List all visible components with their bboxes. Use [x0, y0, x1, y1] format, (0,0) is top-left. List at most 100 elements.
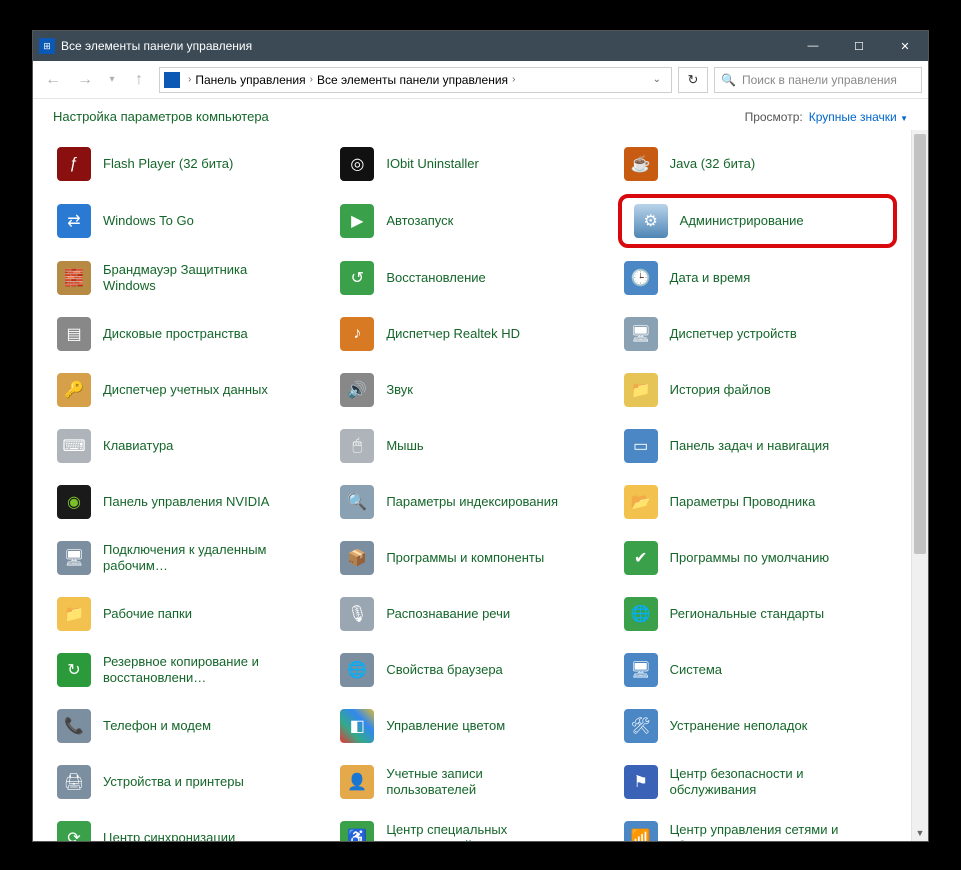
sync-icon: ⟳ — [57, 821, 91, 841]
cp-item[interactable]: 🖥Подключения к удаленным рабочим… — [57, 538, 340, 578]
cp-item[interactable]: ✔Программы по умолчанию — [624, 538, 907, 578]
cp-item[interactable]: 📁История файлов — [624, 370, 907, 410]
scroll-down-button[interactable]: ▼ — [912, 824, 928, 841]
cp-item[interactable]: ƒFlash Player (32 бита) — [57, 144, 340, 184]
cp-item[interactable]: 🛠Устранение неполадок — [624, 706, 907, 746]
mouse-icon: 🖱 — [340, 429, 374, 463]
cp-item-label: Дисковые пространства — [103, 326, 248, 342]
cp-item[interactable]: 🌐Свойства браузера — [340, 650, 623, 690]
minimize-button[interactable]: — — [790, 31, 836, 61]
inetopt-icon: 🌐 — [340, 653, 374, 687]
cp-item-label: Диспетчер учетных данных — [103, 382, 268, 398]
cp-item[interactable]: 🧱 Брандмауэр Защитника Windows — [57, 258, 340, 298]
folders-icon: 📁 — [57, 597, 91, 631]
cp-item-label: Администрирование — [680, 213, 804, 229]
breadcrumb-seg2[interactable]: Все элементы панели управления — [317, 73, 508, 87]
taskbar-icon: ▭ — [624, 429, 658, 463]
breadcrumb-seg1[interactable]: Панель управления — [195, 73, 305, 87]
printers-icon: 🖨 — [57, 765, 91, 799]
breadcrumb[interactable]: › Панель управления › Все элементы панел… — [159, 67, 672, 93]
cp-item[interactable]: 🌐Региональные стандарты — [624, 594, 907, 634]
cp-item-label: Центр специальных возможностей — [386, 822, 566, 841]
cp-item[interactable]: ⚑Центр безопасности и обслуживания — [624, 762, 907, 802]
cp-item[interactable]: 🖥Система — [624, 650, 907, 690]
cp-item[interactable]: 🕒Дата и время — [624, 258, 907, 298]
subheader: Настройка параметров компьютера Просмотр… — [33, 99, 928, 130]
cp-item-label: История файлов — [670, 382, 771, 398]
scroll-thumb[interactable] — [914, 134, 926, 554]
cp-item-label: Брандмауэр Защитника Windows — [103, 262, 283, 293]
win2go-icon: ⇄ — [57, 204, 91, 238]
maximize-button[interactable]: ☐ — [836, 31, 882, 61]
cp-item[interactable]: ◧Управление цветом — [340, 706, 623, 746]
cp-item-label: Рабочие папки — [103, 606, 192, 622]
cp-item[interactable]: ♪Диспетчер Realtek HD — [340, 314, 623, 354]
items-panel: ƒFlash Player (32 бита)◎IObit Uninstalle… — [33, 130, 911, 841]
cp-item-label: Звук — [386, 382, 413, 398]
cp-item-label: Дата и время — [670, 270, 751, 286]
refresh-button[interactable]: ↻ — [678, 67, 708, 93]
vertical-scrollbar[interactable]: ▲ ▼ — [911, 130, 928, 841]
cp-item[interactable]: 🔍Параметры индексирования — [340, 482, 623, 522]
cp-item[interactable]: ⟳Центр синхронизации — [57, 818, 340, 841]
userdisp-icon: 🔑 — [57, 373, 91, 407]
cp-item[interactable]: ▶Автозапуск — [340, 200, 623, 242]
cp-item[interactable]: 📁 Рабочие папки — [57, 594, 340, 634]
nav-forward-button[interactable]: → — [71, 66, 99, 94]
breadcrumb-root-icon — [164, 72, 180, 88]
cp-item[interactable]: ♿Центр специальных возможностей — [340, 818, 623, 841]
explorer-icon: 📂 — [624, 485, 658, 519]
cp-item[interactable]: 👤Учетные записи пользователей — [340, 762, 623, 802]
speech-icon: 🎙 — [340, 597, 374, 631]
nav-up-button[interactable]: ↑ — [125, 66, 153, 94]
cp-item-label: Java (32 бита) — [670, 156, 756, 172]
cp-item[interactable]: ⌨Клавиатура — [57, 426, 340, 466]
cp-item[interactable]: 🖱 Мышь — [340, 426, 623, 466]
breadcrumb-drop-button[interactable]: ⌄ — [647, 74, 667, 85]
cp-item[interactable]: 📂Параметры Проводника — [624, 482, 907, 522]
cp-item[interactable]: 📞Телефон и модем — [57, 706, 340, 746]
java-icon: ☕ — [624, 147, 658, 181]
cp-item-label: Flash Player (32 бита) — [103, 156, 233, 172]
cp-item-label: Центр безопасности и обслуживания — [670, 766, 850, 797]
cp-item-label: Параметры индексирования — [386, 494, 558, 510]
cp-item[interactable]: ⚙Администрирование — [618, 194, 897, 248]
phone-icon: 📞 — [57, 709, 91, 743]
cp-item-label: Распознавание речи — [386, 606, 510, 622]
cp-item[interactable]: ▭Панель задач и навигация — [624, 426, 907, 466]
netshare-icon: 📶 — [624, 821, 658, 841]
cp-item[interactable]: ◎IObit Uninstaller — [340, 144, 623, 184]
search-box[interactable]: 🔍 Поиск в панели управления — [714, 67, 922, 93]
chevron-right-icon: › — [508, 74, 519, 85]
cp-item[interactable]: 🎙 Распознавание речи — [340, 594, 623, 634]
cp-item-label: IObit Uninstaller — [386, 156, 478, 172]
cp-item-label: Устранение неполадок — [670, 718, 808, 734]
cp-item[interactable]: 🔑 Диспетчер учетных данных — [57, 370, 340, 410]
close-button[interactable]: ✕ — [882, 31, 928, 61]
cp-item-label: Клавиатура — [103, 438, 173, 454]
cp-item-label: Диспетчер устройств — [670, 326, 797, 342]
cp-item[interactable]: 🖨Устройства и принтеры — [57, 762, 340, 802]
users-icon: 👤 — [340, 765, 374, 799]
window-title: Все элементы панели управления — [61, 39, 252, 53]
realtek-icon: ♪ — [340, 317, 374, 351]
cp-item[interactable]: 📶 Центр управления сетями и общим доступо… — [624, 818, 907, 841]
cp-item[interactable]: ▤Дисковые пространства — [57, 314, 340, 354]
cp-item[interactable]: ☕ Java (32 бита) — [624, 144, 907, 184]
cp-item[interactable]: 📦Программы и компоненты — [340, 538, 623, 578]
nav-back-button[interactable]: ← — [39, 66, 67, 94]
cp-item[interactable]: ⇄Windows To Go — [57, 200, 340, 242]
cp-item[interactable]: 🖥 Диспетчер устройств — [624, 314, 907, 354]
device-icon: 🖥 — [624, 317, 658, 351]
cp-item-label: Программы и компоненты — [386, 550, 544, 566]
cp-item[interactable]: ◉Панель управления NVIDIA — [57, 482, 340, 522]
cp-item[interactable]: ↺Восстановление — [340, 258, 623, 298]
cp-item-label: Центр управления сетями и общим доступом — [670, 822, 850, 841]
cp-item-label: Мышь — [386, 438, 423, 454]
view-selector[interactable]: Крупные значки ▼ — [809, 110, 908, 124]
cp-item[interactable]: ↻Резервное копирование и восстановлени… — [57, 650, 340, 690]
firewall-icon: 🧱 — [57, 261, 91, 295]
nav-history-drop[interactable]: ▾ — [103, 66, 121, 94]
autorun-icon: ▶ — [340, 204, 374, 238]
cp-item[interactable]: 🔊Звук — [340, 370, 623, 410]
